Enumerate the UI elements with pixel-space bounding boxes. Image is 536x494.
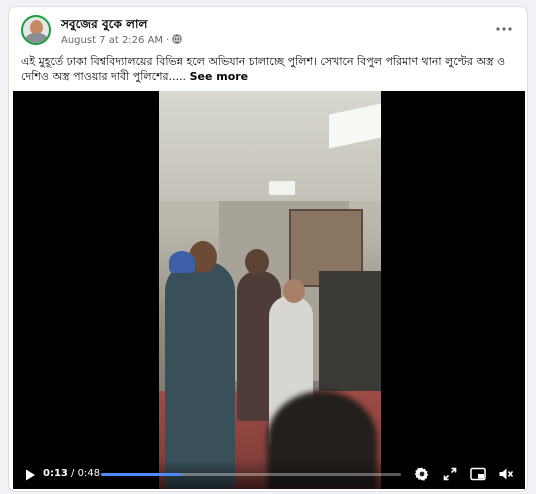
post-card: সবুজের বুকে লাল August 7 at 2:26 AM · এই… — [8, 6, 528, 492]
scene-police-officer — [165, 261, 235, 489]
picture-in-picture-icon[interactable] — [469, 465, 487, 483]
scene-person-head — [245, 249, 269, 275]
globe-icon[interactable] — [172, 34, 182, 47]
fullscreen-icon[interactable] — [441, 465, 459, 483]
post-meta: August 7 at 2:26 AM · — [61, 34, 182, 47]
post-header: সবুজের বুকে লাল August 7 at 2:26 AM · — [9, 7, 527, 53]
see-more-link[interactable]: See more — [190, 70, 249, 83]
more-options-icon[interactable] — [493, 19, 515, 39]
scene-person-head — [283, 279, 305, 303]
avatar[interactable] — [21, 15, 51, 45]
video-controls: 0:13 / 0:48 — [13, 459, 525, 489]
current-time: 0:13 — [43, 468, 68, 479]
caption-text: এই মুহূর্তে ঢাকা বিশ্ববিদ্যালয়ের বিভিন্… — [21, 55, 506, 83]
video-frame[interactable] — [159, 91, 381, 489]
video-time: 0:13 / 0:48 — [43, 468, 100, 479]
meta-separator: · — [166, 35, 170, 46]
video-player[interactable]: 0:13 / 0:48 — [13, 91, 525, 489]
avatar-body — [25, 33, 48, 43]
progress-bar[interactable] — [101, 473, 401, 476]
time-separator: / — [67, 468, 78, 479]
scene-cap — [169, 251, 195, 273]
scene-ceiling-light-small — [269, 181, 295, 195]
post-date[interactable]: August 7 at 2:26 AM — [61, 35, 163, 46]
duration: 0:48 — [77, 468, 101, 479]
volume-icon[interactable] — [497, 465, 515, 483]
play-icon[interactable] — [23, 467, 37, 481]
progress-fill — [101, 473, 182, 476]
post-caption: এই মুহূর্তে ঢাকা বিশ্ববিদ্যালয়ের বিভিন্… — [21, 54, 521, 84]
author-name[interactable]: সবুজের বুকে লাল — [61, 16, 147, 36]
settings-gear-icon[interactable] — [413, 465, 431, 483]
